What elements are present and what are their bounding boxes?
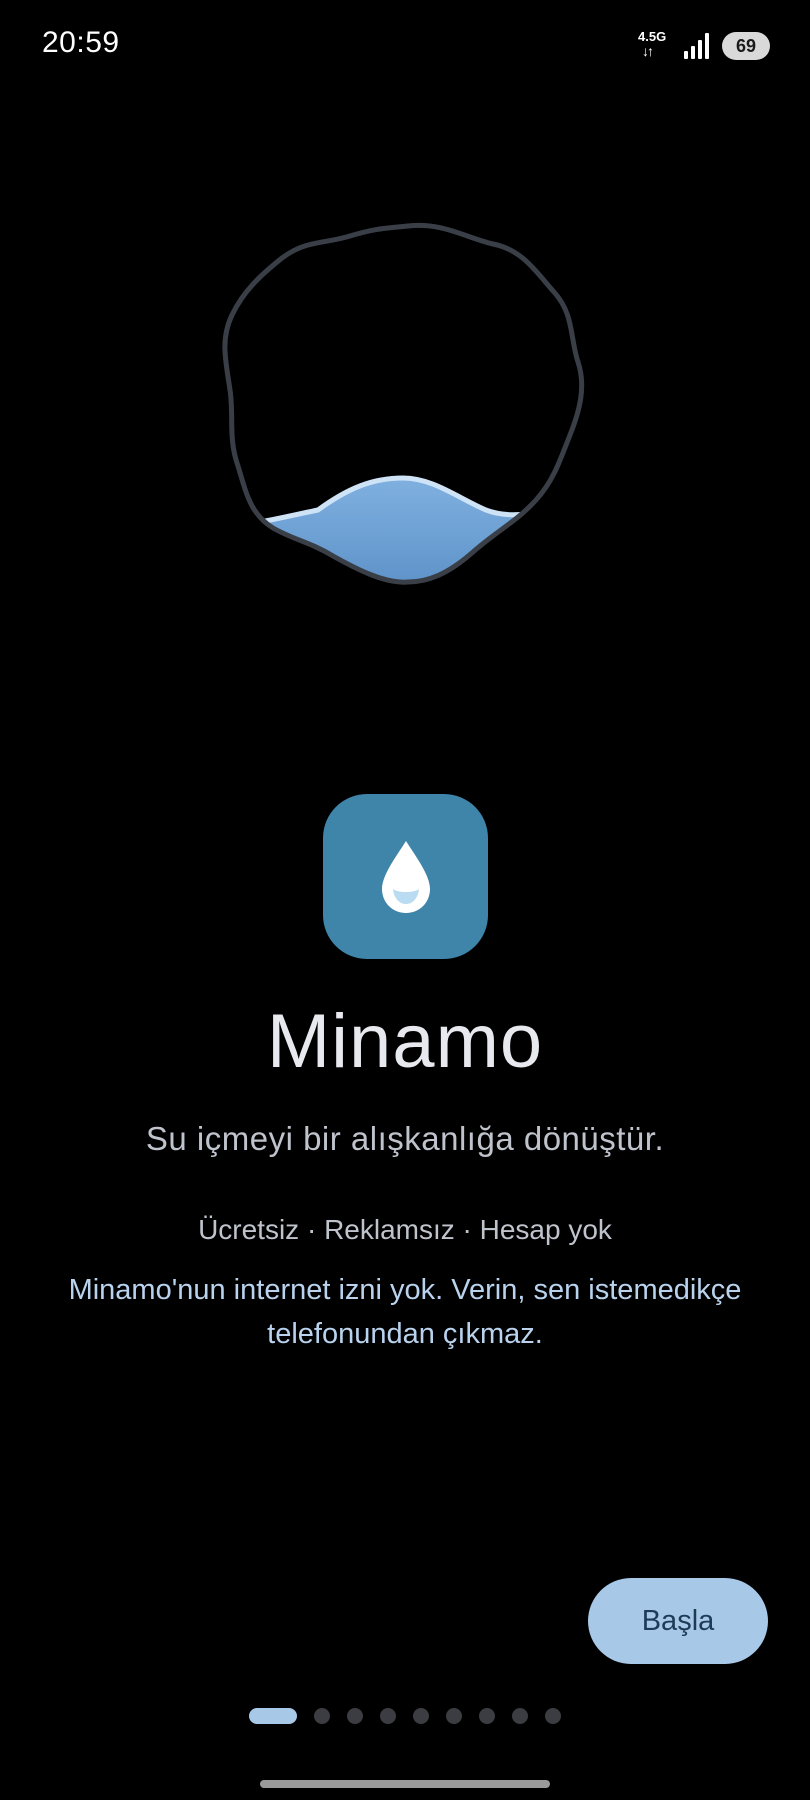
water-drop-icon bbox=[381, 840, 430, 913]
privacy-note: Minamo'nun internet izni yok. Verin, sen… bbox=[68, 1274, 742, 1350]
network-type-label: 4.5G bbox=[638, 29, 667, 44]
page-dot-active[interactable] bbox=[249, 1708, 297, 1724]
page-indicator bbox=[249, 1707, 561, 1725]
app-tagline: Su içmeyi bir alışkanlığa dönüştür. bbox=[145, 1120, 665, 1157]
status-bar: 20:59 4.5G ↓↑ 69 bbox=[0, 0, 810, 90]
app-logo bbox=[323, 794, 488, 959]
page-dot[interactable] bbox=[512, 1708, 528, 1724]
page-dot[interactable] bbox=[545, 1708, 561, 1724]
status-icons: 4.5G ↓↑ 69 bbox=[638, 28, 770, 64]
page-dot[interactable] bbox=[413, 1708, 429, 1724]
app-title: Minamo bbox=[266, 999, 544, 1084]
page-dot[interactable] bbox=[380, 1708, 396, 1724]
page-dot[interactable] bbox=[479, 1708, 495, 1724]
status-time: 20:59 bbox=[42, 26, 120, 59]
home-indicator[interactable] bbox=[260, 1780, 550, 1788]
signal-strength-icon bbox=[684, 33, 709, 59]
start-button[interactable]: Başla bbox=[588, 1578, 768, 1664]
network-type-icon: 4.5G ↓↑ bbox=[638, 30, 672, 62]
feature-list: Ücretsiz · Reklamsız · Hesap yok bbox=[198, 1214, 612, 1245]
page-dot[interactable] bbox=[347, 1708, 363, 1724]
page-dot[interactable] bbox=[446, 1708, 462, 1724]
page-dot[interactable] bbox=[314, 1708, 330, 1724]
battery-icon: 69 bbox=[722, 32, 770, 60]
water-level-ring-illustration bbox=[222, 222, 585, 585]
network-activity-arrows: ↓↑ bbox=[642, 43, 654, 59]
